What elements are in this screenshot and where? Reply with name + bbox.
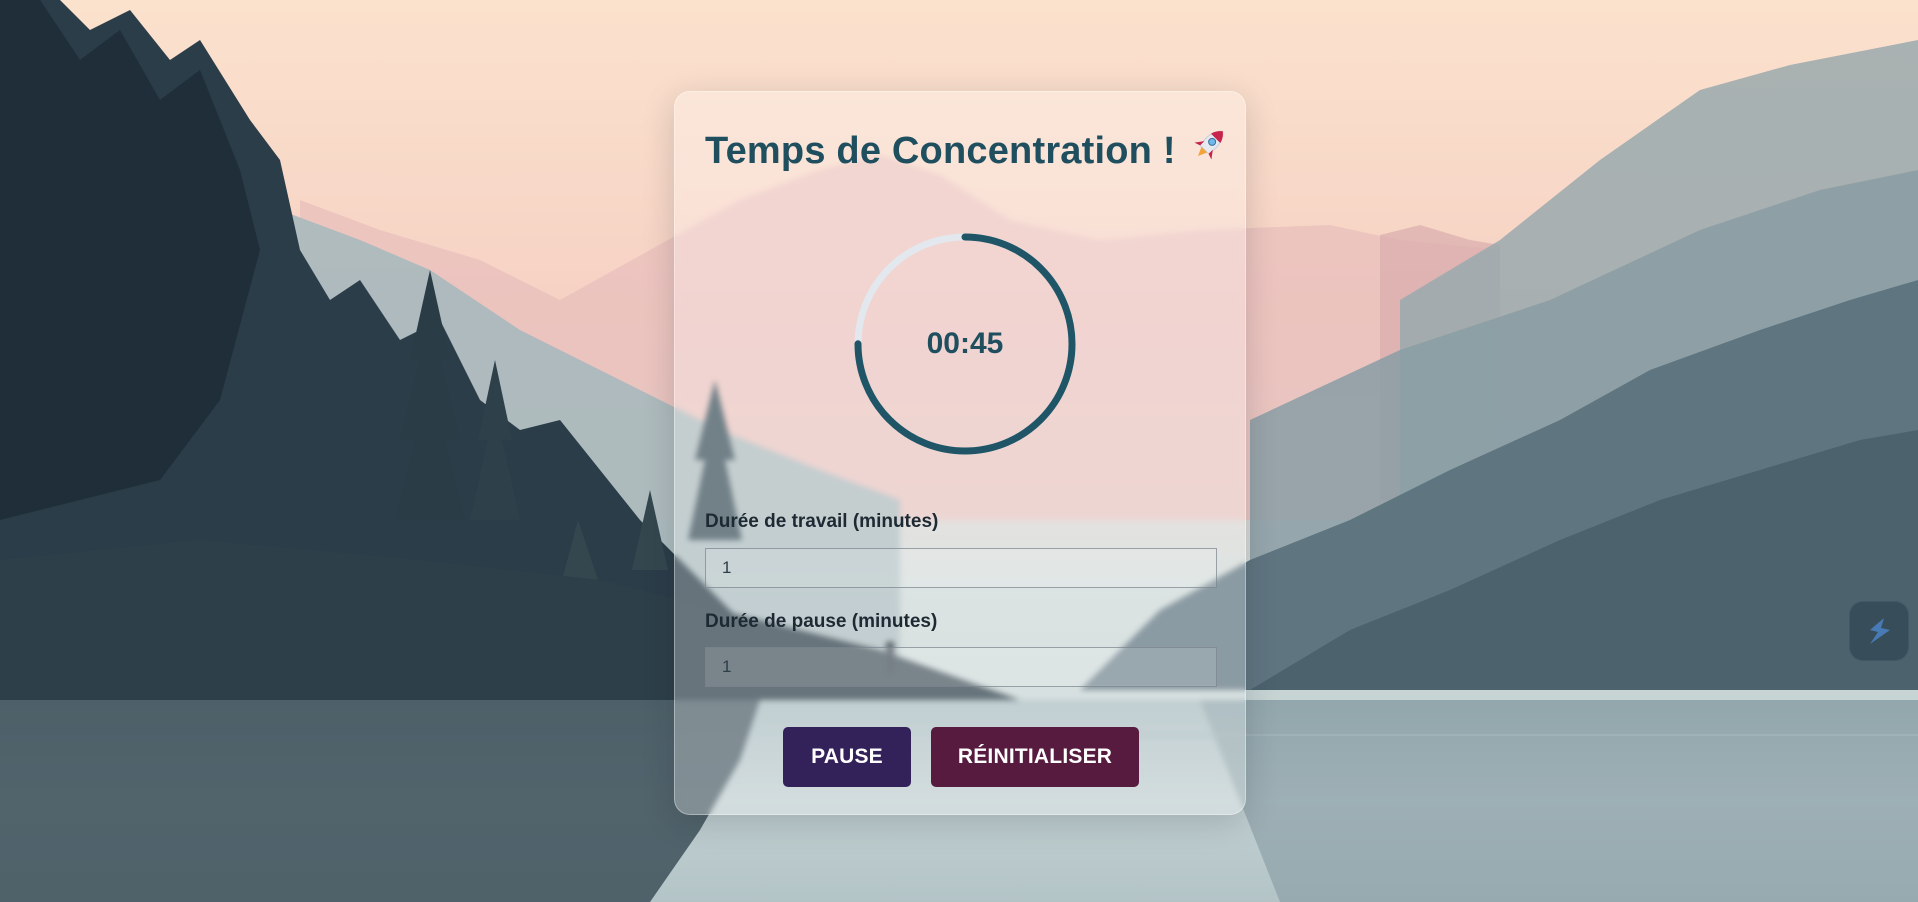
timer-ring: 00:45 — [851, 230, 1079, 458]
break-duration-label: Durée de pause (minutes) — [705, 611, 938, 632]
work-duration-label: Durée de travail (minutes) — [705, 511, 939, 532]
title-text: Temps de Concentration ! — [705, 130, 1176, 173]
break-duration-input[interactable] — [705, 647, 1217, 687]
sider-extension-icon[interactable] — [1849, 601, 1909, 661]
pause-button[interactable]: PAUSE — [783, 727, 911, 787]
work-duration-input[interactable] — [705, 548, 1217, 588]
timer-card: Temps de Concentration ! 00:45 Durée de … — [674, 91, 1246, 815]
page-title: Temps de Concentration ! — [705, 128, 1230, 178]
reset-button[interactable]: RÉINITIALISER — [931, 727, 1139, 787]
rocket-icon — [1190, 124, 1230, 174]
timer-display: 00:45 — [926, 327, 1004, 360]
